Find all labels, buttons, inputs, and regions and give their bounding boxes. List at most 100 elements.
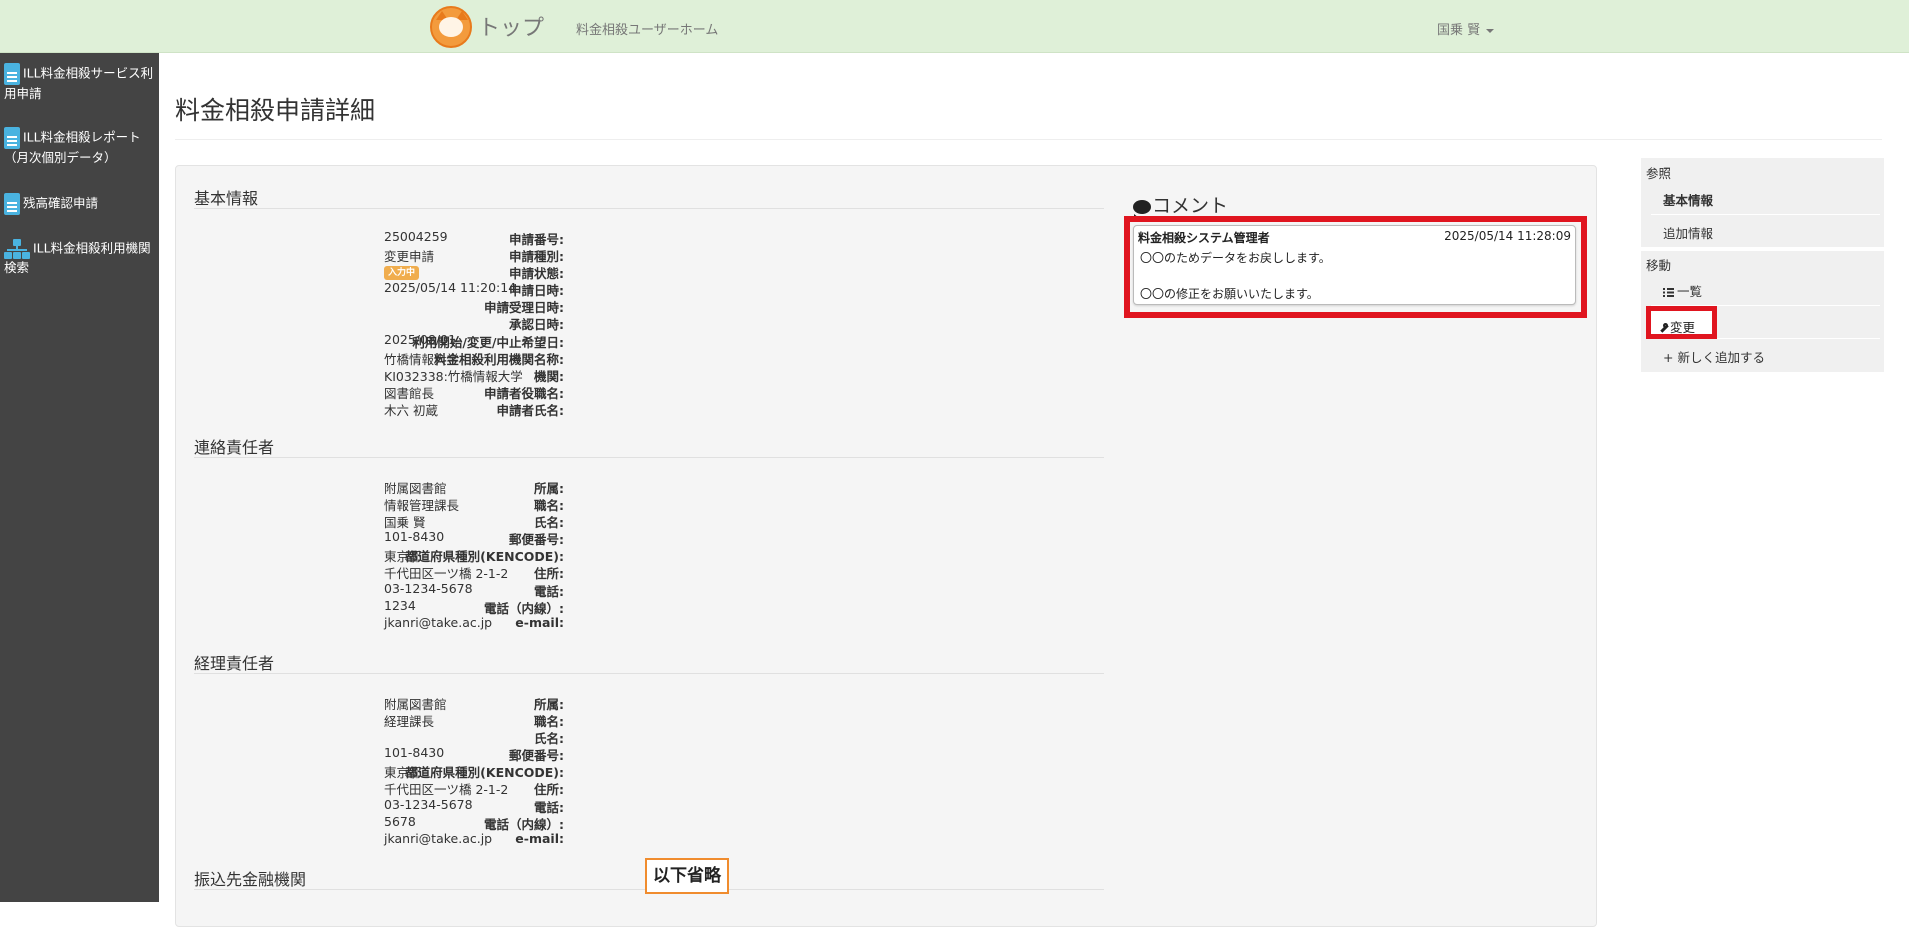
field-row: 申請者氏名: 木六 初蔵 (194, 400, 994, 418)
field-row: e-mail: jkanri@take.ac.jp (194, 615, 994, 632)
field-row: 申請番号: 25004259 (194, 229, 994, 247)
nav-list-label: 一覧 (1677, 284, 1703, 299)
sidebar-item-service-application[interactable]: ILL料金相殺サービス利 用申請 (4, 63, 156, 102)
field-row: 申請者役職名: 図書館長 (194, 383, 994, 401)
sidebar-item-label: （月次個別データ） (4, 150, 117, 165)
field-row: 電話（内線）: 1234 (194, 597, 994, 616)
nav-add-new-link[interactable]: + 新しく追加する (1663, 347, 1765, 366)
nav-list-link[interactable]: 一覧 (1663, 281, 1702, 300)
contact-info-list: 所属: 附属図書館 職名: 情報管理課長 氏名: 国乗 賢 郵便番号: 101-8430… (194, 478, 994, 632)
title-divider (175, 139, 1882, 140)
comment-heading: コメント (1133, 191, 1228, 218)
field-row: 氏名: (194, 728, 994, 746)
field-value: 25004259 (384, 229, 448, 244)
field-value: 入力中 (384, 263, 420, 281)
field-row: 住所: 千代田区一ツ橋 2-1-2 (194, 563, 994, 581)
field-value: 2025/08/01 (384, 331, 457, 347)
field-row: 利用開始/変更/中止希望日: 2025/08/01 (194, 331, 994, 350)
field-value: 木六 初蔵 (384, 402, 438, 418)
sidebar: ILL料金相殺サービス利 用申請 ILL料金相殺レポート （月次個別データ） 残… (0, 53, 159, 902)
comment-text-line: 〇〇の修正をお願いいたします。 (1140, 287, 1319, 301)
field-row: 郵便番号: 101-8430 (194, 745, 994, 763)
nav-divider (1651, 214, 1880, 215)
field-row: 都道府県種別(KENCODE): 東京都 (194, 762, 994, 780)
field-row: 申請日時: 2025/05/14 11:20:14 (194, 280, 994, 298)
move-heading: 移動 (1646, 258, 1672, 273)
sitemap-icon (4, 239, 30, 259)
section-divider (194, 457, 1104, 458)
section-heading-bank: 振込先金融機関 (194, 870, 307, 889)
comment-author: 料金相殺システム管理者 (1138, 231, 1270, 245)
comment-card: 料金相殺システム管理者 2025/05/14 11:28:09 〇〇のためデータ… (1133, 225, 1576, 305)
user-menu-dropdown[interactable]: 国乗 賢 (1437, 19, 1495, 38)
field-row: 電話（内線）: 5678 (194, 813, 994, 832)
field-value: 5678 (384, 813, 416, 829)
field-row: 承認日時: (194, 314, 994, 332)
document-icon (4, 193, 20, 215)
sidebar-item-label: 残高確認申請 (23, 195, 99, 211)
field-row: 郵便番号: 101-8430 (194, 529, 994, 547)
field-row: 氏名: 国乗 賢 (194, 512, 994, 530)
user-name: 国乗 賢 (1437, 23, 1481, 38)
change-label: 変更 (1670, 320, 1696, 335)
comment-datetime: 2025/05/14 11:28:09 (1444, 229, 1571, 243)
field-value: 101-8430 (384, 745, 445, 761)
field-value: jkanri@take.ac.jp (384, 830, 493, 846)
caret-down-icon (1486, 28, 1495, 33)
list-icon (1663, 288, 1674, 297)
basic-info-list: 申請番号: 25004259 申請種別: 変更申請 申請状態: 入力中 申請日時: 20… (194, 229, 994, 418)
section-heading-contact: 連絡責任者 (194, 438, 275, 457)
sidebar-item-label: ILL料金相殺レポート (23, 129, 141, 145)
wrench-icon (1657, 323, 1668, 334)
document-icon (4, 63, 20, 85)
field-row: 所属: 附属図書館 (194, 694, 994, 712)
nav-group-gap (1641, 247, 1884, 251)
user-home-link[interactable]: 料金相殺ユーザーホーム (576, 19, 718, 38)
right-nav-panel: 参照 基本情報 追加情報 移動 一覧 + 新しく追加する (1641, 158, 1884, 372)
change-link-highlighted[interactable]: 変更 (1646, 306, 1717, 339)
field-row: 職名: 情報管理課長 (194, 495, 994, 513)
field-row: 申請種別: 変更申請 (194, 246, 994, 264)
ref-heading: 参照 (1646, 166, 1672, 181)
cat-logo-icon[interactable] (430, 6, 472, 48)
status-badge: 入力中 (384, 266, 420, 281)
page-title: 料金相殺申請詳細 (175, 96, 376, 125)
comment-heading-text: コメント (1152, 195, 1229, 217)
field-value: jkanri@take.ac.jp (384, 614, 493, 630)
field-row: 住所: 千代田区一ツ橋 2-1-2 (194, 779, 994, 797)
omitted-annotation: 以下省略 (645, 858, 729, 894)
sidebar-item-monthly-report[interactable]: ILL料金相殺レポート （月次個別データ） (4, 127, 156, 166)
field-row: 機関: KI032338:竹橋情報大学 (194, 366, 994, 384)
sidebar-item-label: 用申請 (4, 86, 42, 101)
field-row: 料金相殺利用機関名称: 竹橋情報大学 (194, 349, 994, 367)
field-row: 都道府県種別(KENCODE): 東京都 (194, 546, 994, 564)
field-value: 1234 (384, 597, 416, 613)
section-divider (194, 208, 1104, 209)
sidebar-item-label: ILL料金相殺サービス利 (23, 65, 154, 81)
sidebar-item-label: 検索 (4, 260, 30, 275)
field-row: 申請状態: 入力中 (194, 263, 994, 281)
field-row: 電話: 03-1234-5678 (194, 581, 994, 599)
comment-bubble-icon (1133, 199, 1151, 218)
sidebar-item-label: ILL料金相殺利用機関 (33, 240, 151, 256)
section-divider (194, 673, 1104, 674)
field-row: e-mail: jkanri@take.ac.jp (194, 831, 994, 848)
comment-text-line: 〇〇のためデータをお戻しします。 (1140, 251, 1331, 265)
top-navbar: トップ 料金相殺ユーザーホーム 国乗 賢 (0, 0, 1909, 53)
field-value: 101-8430 (384, 529, 445, 545)
nav-basic-info-link[interactable]: 基本情報 (1663, 190, 1713, 209)
sidebar-item-institution-search[interactable]: ILL料金相殺利用機関 検索 (4, 239, 156, 276)
accounting-info-list: 所属: 附属図書館 職名: 経理課長 氏名: 郵便番号: 101-8430 都道府県種… (194, 694, 994, 848)
field-row: 職名: 経理課長 (194, 711, 994, 729)
document-icon (4, 127, 20, 149)
brand-top-link[interactable]: トップ (478, 10, 544, 42)
sidebar-item-balance-check[interactable]: 残高確認申請 (4, 193, 156, 215)
field-value: 2025/05/14 11:20:14 (384, 280, 517, 296)
field-row: 申請受理日時: (194, 297, 994, 315)
field-row: 所属: 附属図書館 (194, 478, 994, 496)
nav-additional-info-link[interactable]: 追加情報 (1663, 223, 1713, 242)
change-link[interactable]: 変更 (1657, 317, 1695, 336)
section-heading-accounting: 経理責任者 (194, 654, 275, 673)
section-heading-basic: 基本情報 (194, 189, 259, 208)
field-row: 電話: 03-1234-5678 (194, 797, 994, 815)
